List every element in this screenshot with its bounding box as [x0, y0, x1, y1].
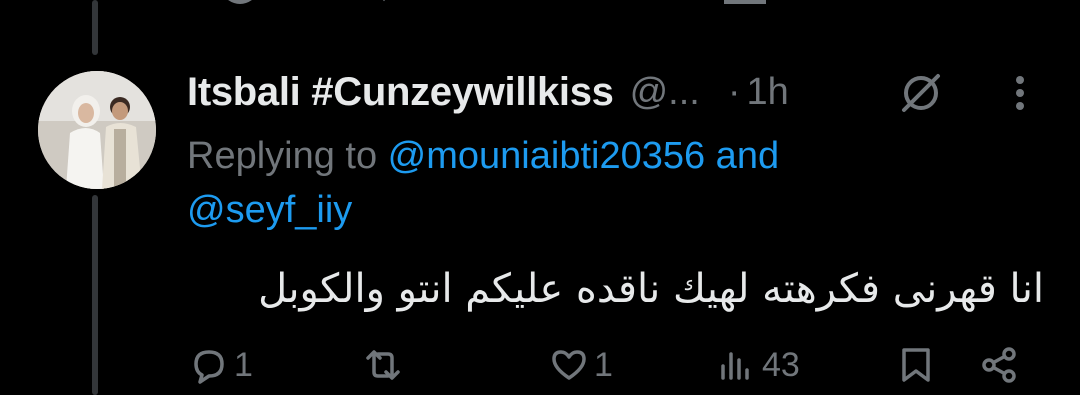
like-button[interactable]: 1 [548, 340, 613, 390]
share-icon [982, 347, 1016, 383]
previous-views-icon [722, 0, 766, 4]
muted-circle-icon[interactable] [898, 70, 944, 116]
replying-prefix: Replying to [187, 135, 388, 177]
author-handle[interactable]: @... [630, 71, 700, 114]
views-button[interactable]: 43 [716, 340, 800, 390]
like-count: 1 [594, 345, 613, 384]
previous-retweet-icon [383, 0, 385, 2]
avatar-photo [38, 71, 156, 189]
avatar[interactable] [38, 71, 156, 189]
retweet-button[interactable] [362, 340, 408, 390]
previous-reply-icon [228, 0, 252, 4]
tweet-header: Itsbali #Cunzeywillkiss @... · 1h [187, 66, 789, 118]
previous-tweet-actions [0, 0, 1080, 14]
separator-dot: · [727, 70, 741, 113]
timestamp[interactable]: 1h [747, 71, 789, 114]
reply-button[interactable]: 1 [188, 340, 253, 390]
reply-count: 1 [234, 345, 253, 384]
views-chart-icon [721, 352, 749, 380]
share-button[interactable] [978, 340, 1020, 390]
more-vertical-icon[interactable] [1000, 70, 1040, 116]
previous-share-icon [1000, 0, 1040, 8]
bookmark-button[interactable] [895, 340, 937, 390]
bookmark-icon [902, 348, 930, 382]
action-bar: 1 1 43 [0, 340, 1080, 390]
tweet-text: انا قهرنى فكرهته لهيك ناقده عليكم انتو و… [258, 266, 1044, 312]
heart-icon [552, 350, 586, 380]
reply-mention-1[interactable]: @mouniaibti20356 [388, 135, 705, 177]
views-count: 43 [762, 345, 800, 384]
thread-connector-top [92, 0, 98, 55]
replying-to: Replying to @mouniaibti20356 and @seyf_i… [187, 132, 1047, 234]
retweet-icon [366, 350, 400, 380]
reply-mention-2[interactable]: @seyf_iiy [187, 186, 1047, 234]
author-name[interactable]: Itsbali #Cunzeywillkiss [187, 70, 614, 115]
comment-icon [194, 350, 224, 384]
previous-bookmark-icon [900, 0, 940, 8]
reply-joiner[interactable]: and [705, 135, 779, 177]
